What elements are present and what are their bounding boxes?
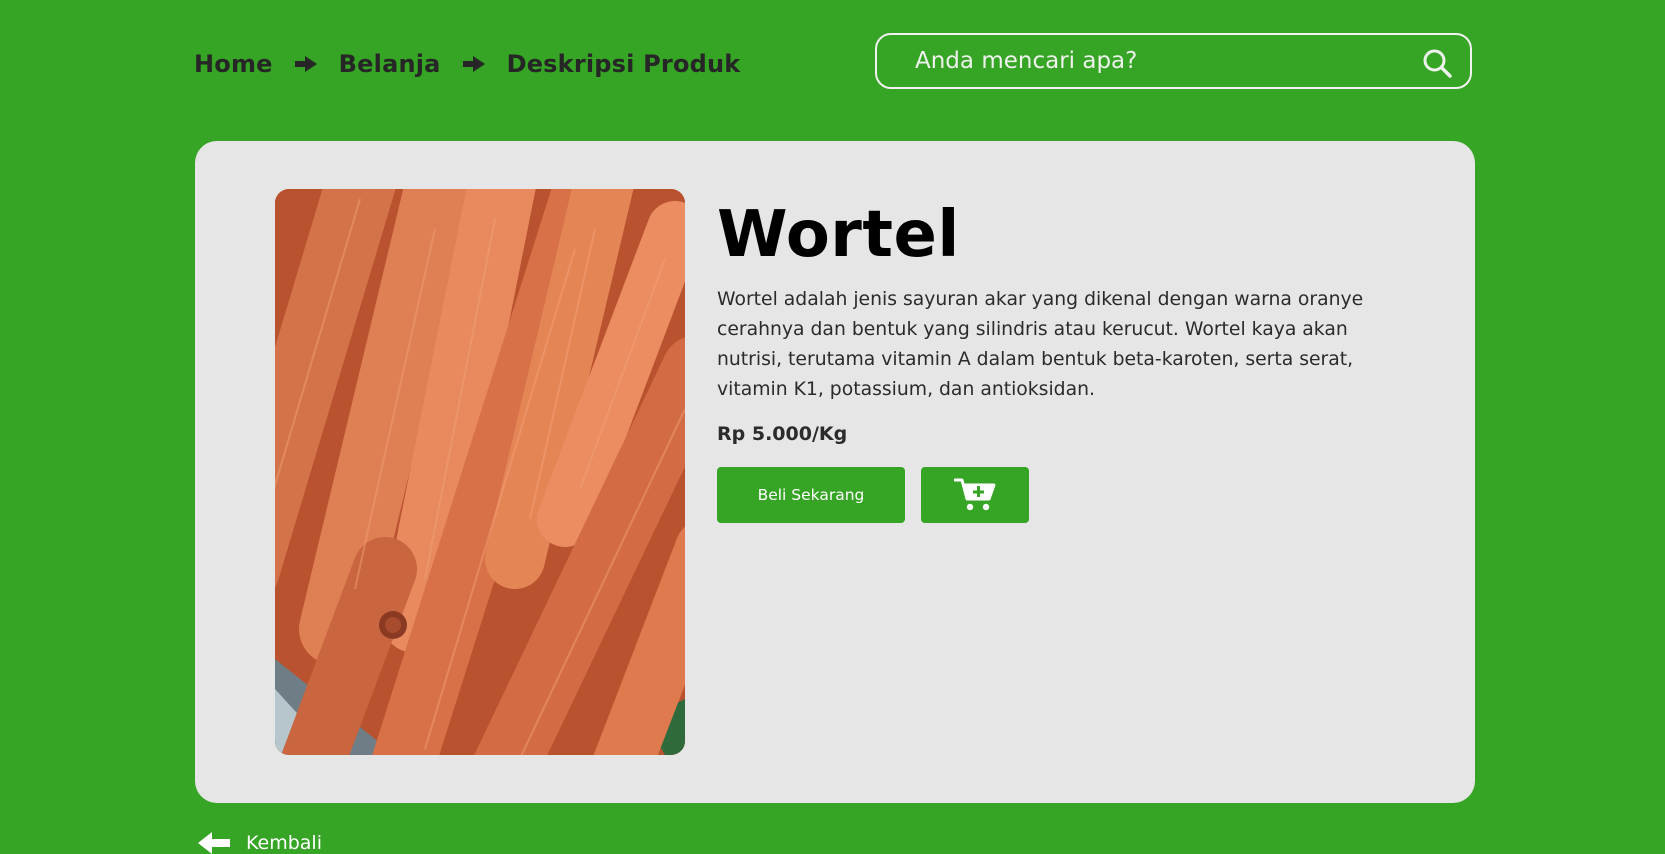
breadcrumb: Home Belanja Deskripsi Produk — [194, 44, 740, 84]
search-input[interactable] — [915, 41, 1385, 81]
back-label: Kembali — [246, 832, 322, 854]
search-icon[interactable] — [1422, 48, 1452, 78]
product-card: Wortel Wortel adalah jenis sayuran akar … — [195, 141, 1475, 803]
product-price: Rp 5.000/Kg — [717, 423, 848, 445]
product-title: Wortel — [717, 198, 960, 272]
arrow-right-icon — [462, 56, 485, 72]
cart-plus-icon — [954, 478, 996, 511]
add-to-cart-button[interactable] — [921, 467, 1029, 523]
back-link[interactable]: Kembali — [198, 832, 322, 854]
breadcrumb-home[interactable]: Home — [194, 50, 273, 78]
breadcrumb-belanja[interactable]: Belanja — [339, 50, 441, 78]
arrow-right-icon — [294, 56, 317, 72]
search-box — [875, 33, 1472, 89]
arrow-left-icon — [198, 832, 230, 854]
product-description: Wortel adalah jenis sayuran akar yang di… — [717, 289, 1364, 400]
breadcrumb-deskripsi-produk[interactable]: Deskripsi Produk — [507, 50, 741, 78]
carrots-photo — [275, 189, 685, 755]
product-image — [275, 189, 685, 755]
buy-now-button[interactable]: Beli Sekarang — [717, 467, 905, 523]
